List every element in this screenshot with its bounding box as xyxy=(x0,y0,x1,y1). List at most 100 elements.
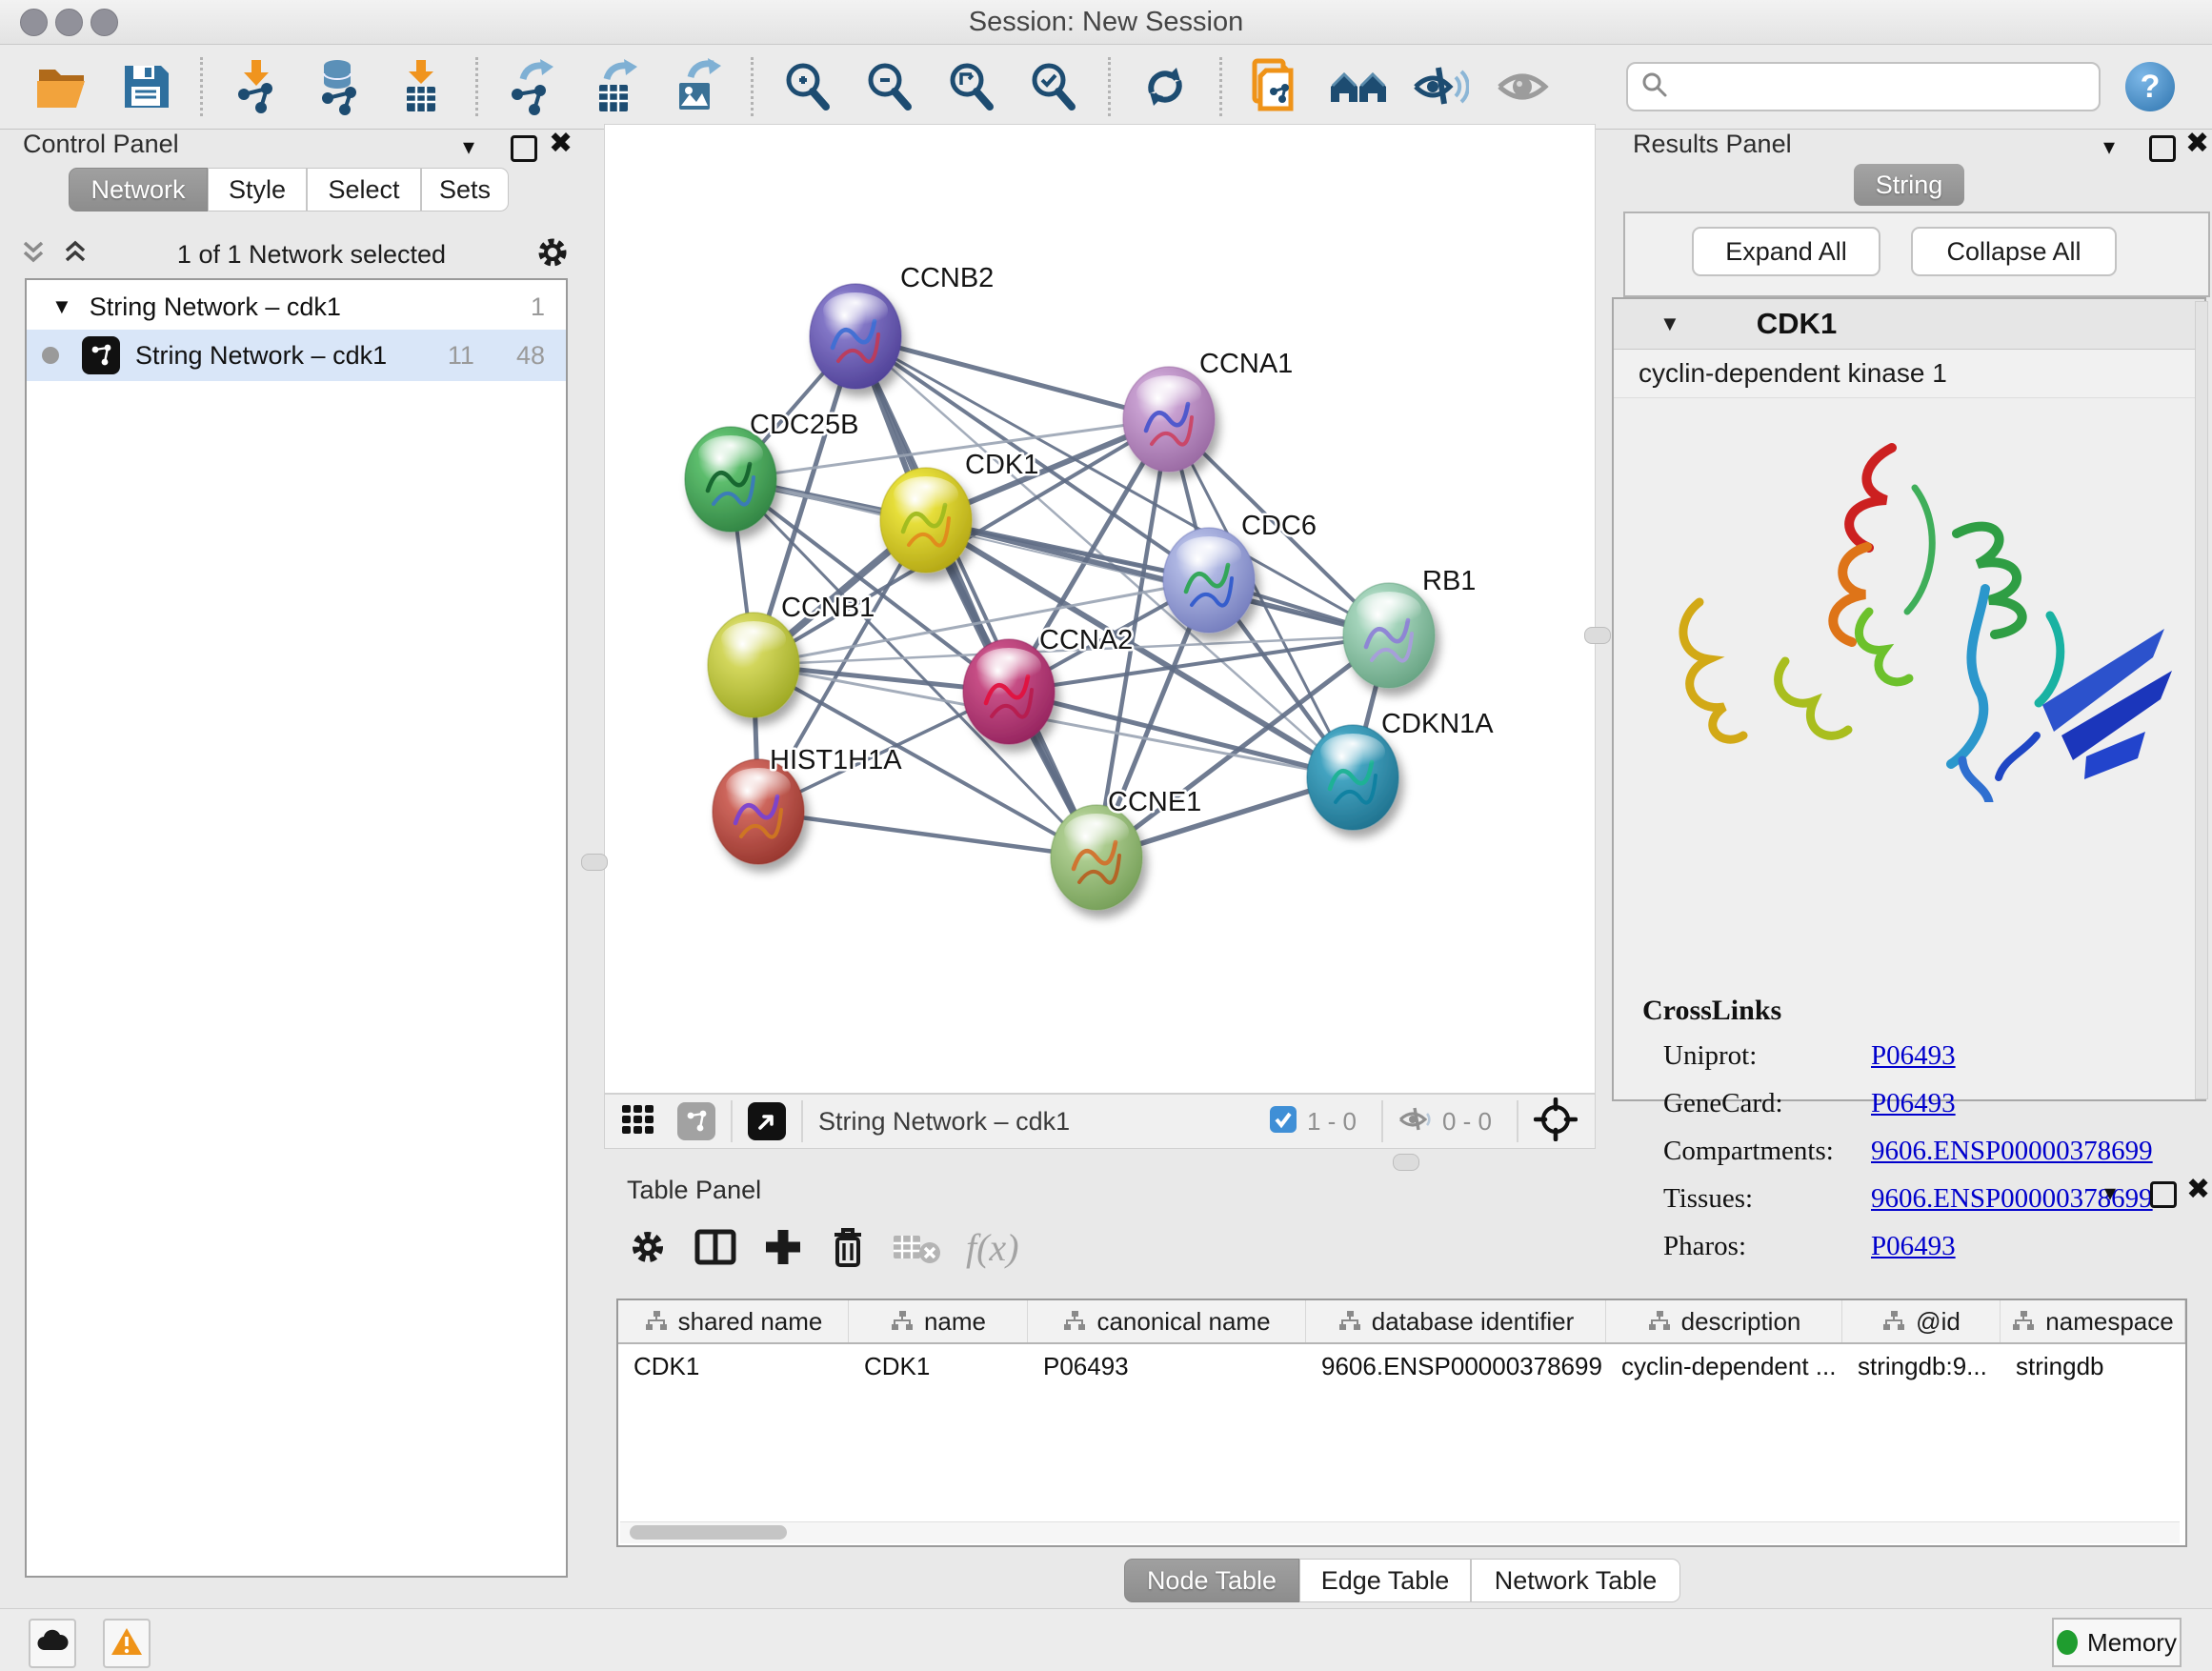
tab-edge-table[interactable]: Edge Table xyxy=(1299,1559,1471,1602)
search-input[interactable] xyxy=(1678,67,2099,107)
open-session-button[interactable] xyxy=(23,52,105,121)
panel-menu-icon[interactable]: ▾ xyxy=(463,133,474,161)
crosslink-uniprot-link[interactable]: P06493 xyxy=(1871,1040,1956,1072)
birds-eye-view-icon[interactable] xyxy=(748,1102,786,1140)
panel-menu-icon[interactable]: ▾ xyxy=(2103,133,2115,161)
protein-card-header[interactable]: ▼ CDK1 xyxy=(1614,299,2204,350)
scrollbar-thumb[interactable] xyxy=(630,1525,787,1540)
hide-selected-button[interactable] xyxy=(1399,52,1481,121)
crosslink-compartments-link[interactable]: 9606.ENSP00000378699 xyxy=(1871,1136,2153,1167)
table-cell[interactable]: cyclin-dependent ... xyxy=(1606,1344,1842,1388)
tab-string[interactable]: String xyxy=(1854,164,1964,206)
network-row-selected[interactable]: String Network – cdk1 11 48 xyxy=(27,330,566,381)
new-network-from-selection-button[interactable] xyxy=(1236,52,1317,121)
panel-menu-icon[interactable]: ▾ xyxy=(2104,1179,2116,1207)
node-table[interactable]: shared namenamecanonical namedatabase id… xyxy=(616,1299,2187,1547)
zoom-out-button[interactable] xyxy=(849,52,931,121)
memory-button[interactable]: Memory xyxy=(2052,1618,2182,1667)
column-header-name[interactable]: name xyxy=(849,1300,1028,1342)
left-splitter-handle[interactable] xyxy=(581,854,608,871)
zoom-selected-button[interactable] xyxy=(1013,52,1095,121)
tab-sets[interactable]: Sets xyxy=(421,168,509,211)
delete-column-trash-icon[interactable] xyxy=(829,1225,867,1269)
table-cell[interactable]: P06493 xyxy=(1028,1344,1306,1388)
collection-expander-icon[interactable]: ▼ xyxy=(51,294,72,319)
zoom-fit-button[interactable] xyxy=(931,52,1013,121)
float-panel-icon[interactable] xyxy=(2149,135,2176,162)
string-network-graph[interactable]: CCNB2CCNA1CDC25BCDK1CDC6RB1CCNB1CCNA2CDK… xyxy=(605,125,1595,1093)
column-header-canonicalname[interactable]: canonical name xyxy=(1028,1300,1306,1342)
close-panel-icon[interactable]: ✖ xyxy=(2185,133,2209,154)
close-panel-icon[interactable]: ✖ xyxy=(2186,1179,2210,1200)
export-table-button[interactable] xyxy=(573,52,655,121)
tab-style[interactable]: Style xyxy=(208,168,307,211)
crosslink-genecard-link[interactable]: P06493 xyxy=(1871,1088,1956,1119)
table-cell[interactable]: stringdb:9... xyxy=(1842,1344,2001,1388)
table-cell[interactable]: 9606.ENSP00000378699 xyxy=(1306,1344,1606,1388)
cloud-status-button[interactable] xyxy=(29,1619,76,1668)
tab-network-table[interactable]: Network Table xyxy=(1471,1559,1680,1602)
table-row[interactable]: CDK1CDK1P064939606.ENSP00000378699cyclin… xyxy=(618,1344,2185,1388)
tab-network[interactable]: Network xyxy=(69,168,208,211)
expand-all-networks-icon[interactable] xyxy=(61,237,90,272)
network-options-gear-icon[interactable] xyxy=(533,233,572,276)
selected-node-edge-counts: 1 - 0 xyxy=(1307,1107,1357,1137)
first-neighbors-button[interactable] xyxy=(1317,52,1399,121)
tab-select[interactable]: Select xyxy=(307,168,421,211)
column-label: description xyxy=(1681,1307,1801,1337)
collection-count: 1 xyxy=(531,292,545,322)
search-field[interactable] xyxy=(1626,62,2101,111)
window-title: Session: New Session xyxy=(0,7,2212,38)
column-header-description[interactable]: description xyxy=(1606,1300,1842,1342)
horizontal-scrollbar[interactable] xyxy=(620,1521,2180,1543)
center-view-crosshair-icon[interactable] xyxy=(1534,1097,1578,1146)
network-list-header: 1 of 1 Network selected xyxy=(19,232,572,276)
zoom-in-button[interactable] xyxy=(767,52,849,121)
import-table-button[interactable] xyxy=(380,52,462,121)
column-header-id[interactable]: @id xyxy=(1842,1300,2001,1342)
collapse-all-button[interactable]: Collapse All xyxy=(1911,227,2117,276)
collapse-all-networks-icon[interactable] xyxy=(19,237,48,272)
show-columns-icon[interactable] xyxy=(694,1226,737,1268)
table-cell[interactable]: CDK1 xyxy=(618,1344,849,1388)
apply-layout-button[interactable] xyxy=(1124,52,1206,121)
svg-text:CDK1: CDK1 xyxy=(965,450,1038,480)
import-network-icon xyxy=(231,58,284,115)
tab-node-table[interactable]: Node Table xyxy=(1124,1559,1299,1602)
table-cell[interactable]: CDK1 xyxy=(849,1344,1028,1388)
help-button[interactable]: ? xyxy=(2125,62,2175,111)
network-view-icon[interactable] xyxy=(677,1102,715,1140)
import-network-file-button[interactable] xyxy=(216,52,298,121)
show-all-button[interactable] xyxy=(1481,52,1563,121)
protein-structure-image xyxy=(1642,421,2176,802)
export-network-button[interactable] xyxy=(492,52,573,121)
export-image-button[interactable] xyxy=(655,52,737,121)
table-settings-gear-icon[interactable] xyxy=(627,1226,669,1268)
hidden-node-edge-counts: 0 - 0 xyxy=(1442,1107,1492,1137)
close-panel-icon[interactable]: ✖ xyxy=(549,133,573,154)
add-column-icon[interactable] xyxy=(762,1226,804,1268)
import-network-database-button[interactable] xyxy=(298,52,380,121)
database-icon xyxy=(312,58,366,115)
warnings-button[interactable] xyxy=(103,1619,151,1668)
float-panel-icon[interactable] xyxy=(511,135,537,162)
results-scrollbar[interactable] xyxy=(2195,301,2208,1099)
collapse-section-icon[interactable]: ▼ xyxy=(1659,312,1680,336)
save-session-button[interactable] xyxy=(105,52,187,121)
eye-icon xyxy=(1494,60,1551,113)
status-bar: Memory xyxy=(0,1608,2212,1671)
main-toolbar: ? xyxy=(0,45,2212,130)
network-collection-row[interactable]: ▼ String Network – cdk1 1 xyxy=(27,284,566,330)
float-panel-icon[interactable] xyxy=(2150,1181,2177,1208)
selected-checkbox-icon[interactable] xyxy=(1269,1105,1297,1138)
table-cell[interactable]: stringdb xyxy=(2001,1344,2185,1388)
save-icon xyxy=(119,60,172,113)
column-header-sharedname[interactable]: shared name xyxy=(618,1300,849,1342)
hidden-eye-slash-icon[interactable] xyxy=(1398,1105,1433,1138)
expand-all-button[interactable]: Expand All xyxy=(1692,227,1880,276)
grid-view-icon[interactable] xyxy=(620,1101,656,1142)
bottom-splitter-handle[interactable] xyxy=(1393,1154,1419,1171)
column-header-namespace[interactable]: namespace xyxy=(2001,1300,2185,1342)
network-canvas[interactable]: CCNB2CCNA1CDC25BCDK1CDC6RB1CCNB1CCNA2CDK… xyxy=(604,124,1596,1094)
column-header-databaseidentifier[interactable]: database identifier xyxy=(1306,1300,1606,1342)
